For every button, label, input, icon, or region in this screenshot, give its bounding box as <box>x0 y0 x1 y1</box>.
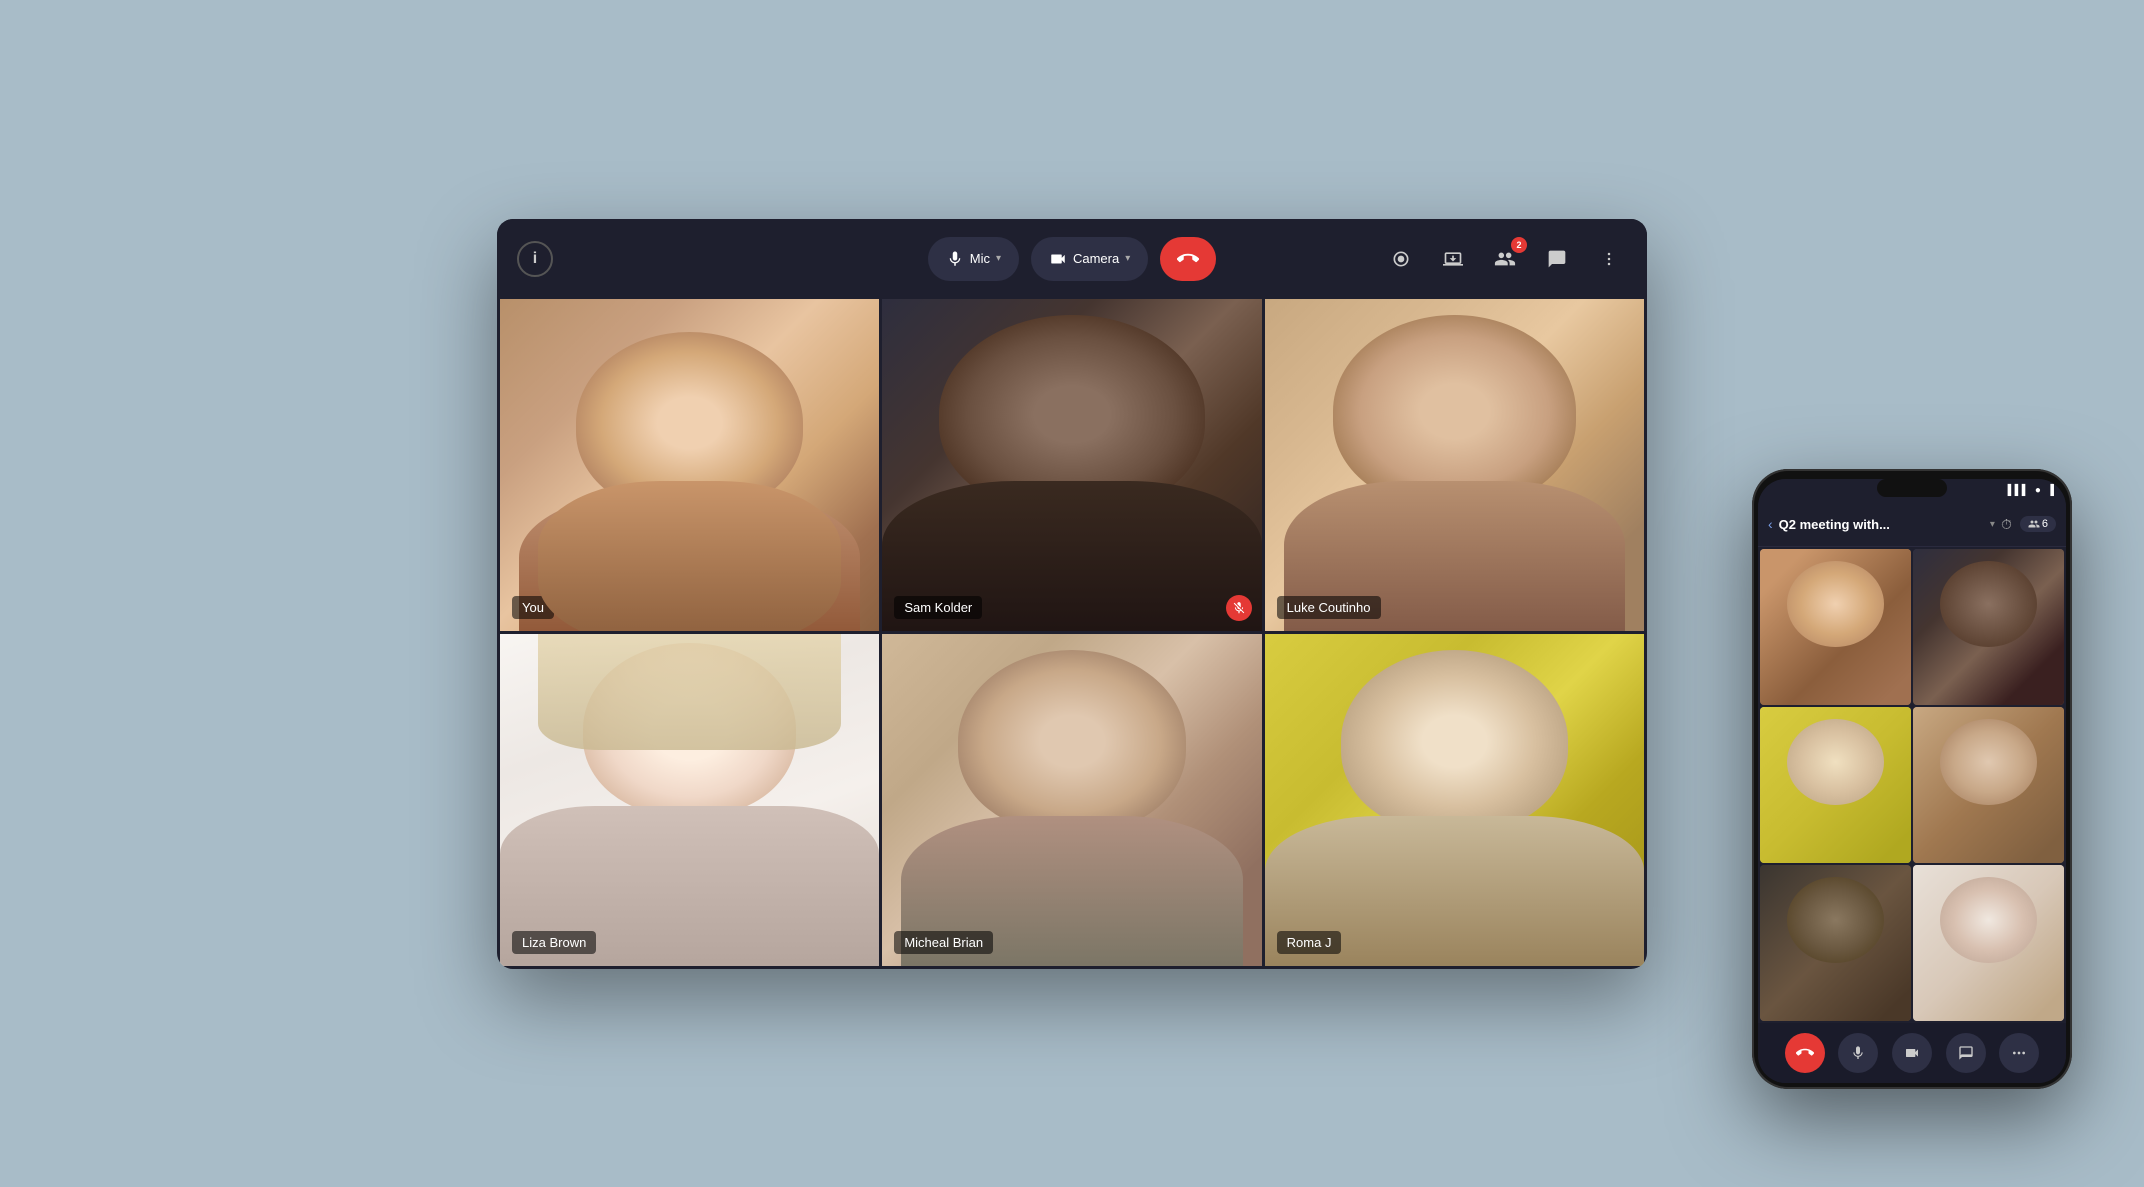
video-cell-sam: Sam Kolder <box>882 299 1261 631</box>
scene: i Mic ▾ Camera ▾ <box>72 69 2072 1119</box>
chat-button[interactable] <box>1539 241 1575 277</box>
video-cell-roma: Roma J <box>1265 634 1644 966</box>
phone: ▌▌▌ ● ▐ ‹ Q2 meeting with... ▾ ⏱ 6 <box>1752 469 2072 1089</box>
phone-cell-3 <box>1760 707 1911 863</box>
phone-toolbar <box>1758 1023 2066 1083</box>
screen-share-button[interactable] <box>1435 241 1471 277</box>
phone-end-call-button[interactable] <box>1785 1033 1825 1073</box>
video-cell-luke: Luke Coutinho <box>1265 299 1644 631</box>
video-cell-you: You <box>500 299 879 631</box>
battery-icon: ▐ <box>2047 485 2054 496</box>
mic-button[interactable]: Mic ▾ <box>928 237 1019 281</box>
desktop-toolbar: i Mic ▾ Camera ▾ <box>497 219 1647 299</box>
toolbar-right: 2 <box>1383 241 1627 277</box>
phone-chat-button[interactable] <box>1946 1033 1986 1073</box>
phone-cell-5 <box>1760 865 1911 1021</box>
phone-mic-button[interactable] <box>1838 1033 1878 1073</box>
phone-participants-count: 6 <box>2020 516 2056 532</box>
signal-icon: ▌▌▌ <box>2008 485 2029 496</box>
phone-cell-2 <box>1913 549 2064 705</box>
muted-icon-sam <box>1226 595 1252 621</box>
more-button[interactable] <box>1591 241 1627 277</box>
phone-header: ‹ Q2 meeting with... ▾ ⏱ 6 <box>1758 503 2066 547</box>
record-icon <box>1391 249 1411 269</box>
mic-chevron: ▾ <box>996 253 1001 264</box>
label-you: You <box>512 596 554 619</box>
camera-chevron: ▾ <box>1125 253 1130 264</box>
label-roma: Roma J <box>1277 931 1342 954</box>
phone-title: Q2 meeting with... <box>1779 517 1984 532</box>
video-cell-micheal: Micheal Brian <box>882 634 1261 966</box>
phone-camera-button[interactable] <box>1892 1033 1932 1073</box>
mic-icon <box>946 250 964 268</box>
end-call-button[interactable] <box>1160 237 1216 281</box>
phone-cell-4 <box>1913 707 2064 863</box>
phone-wrap: ▌▌▌ ● ▐ ‹ Q2 meeting with... ▾ ⏱ 6 <box>1752 469 2072 1089</box>
participants-button[interactable]: 2 <box>1487 241 1523 277</box>
label-micheal: Micheal Brian <box>894 931 993 954</box>
phone-header-icons: ⏱ 6 <box>2001 516 2056 533</box>
video-grid: You Sam Kolder Luke Coutinho <box>497 299 1647 969</box>
wifi-icon: ● <box>2035 485 2041 496</box>
label-liza: Liza Brown <box>512 931 596 954</box>
record-button[interactable] <box>1383 241 1419 277</box>
info-icon: i <box>533 250 537 268</box>
phone-video-grid <box>1758 547 2066 1023</box>
phone-cell-6 <box>1913 865 2064 1021</box>
camera-icon <box>1049 250 1067 268</box>
end-call-icon <box>1177 248 1199 270</box>
screen-share-icon <box>1443 249 1463 269</box>
toolbar-left: i <box>517 241 553 277</box>
phone-timer-icon: ⏱ <box>2001 516 2012 533</box>
dropdown-icon[interactable]: ▾ <box>1990 519 1995 530</box>
toolbar-center: Mic ▾ Camera ▾ <box>928 237 1217 281</box>
label-luke: Luke Coutinho <box>1277 596 1381 619</box>
label-sam: Sam Kolder <box>894 596 982 619</box>
info-button[interactable]: i <box>517 241 553 277</box>
phone-screen: ▌▌▌ ● ▐ ‹ Q2 meeting with... ▾ ⏱ 6 <box>1758 479 2066 1083</box>
mic-label: Mic <box>970 251 990 266</box>
video-cell-liza: Liza Brown <box>500 634 879 966</box>
more-icon <box>1599 249 1619 269</box>
desktop-app: i Mic ▾ Camera ▾ <box>497 219 1647 969</box>
camera-label: Camera <box>1073 251 1119 266</box>
back-button[interactable]: ‹ <box>1768 516 1773 532</box>
chat-icon <box>1547 249 1567 269</box>
participants-badge: 2 <box>1511 237 1527 253</box>
phone-more-button[interactable] <box>1999 1033 2039 1073</box>
phone-cell-1 <box>1760 549 1911 705</box>
camera-button[interactable]: Camera ▾ <box>1031 237 1148 281</box>
phone-notch <box>1877 479 1947 497</box>
